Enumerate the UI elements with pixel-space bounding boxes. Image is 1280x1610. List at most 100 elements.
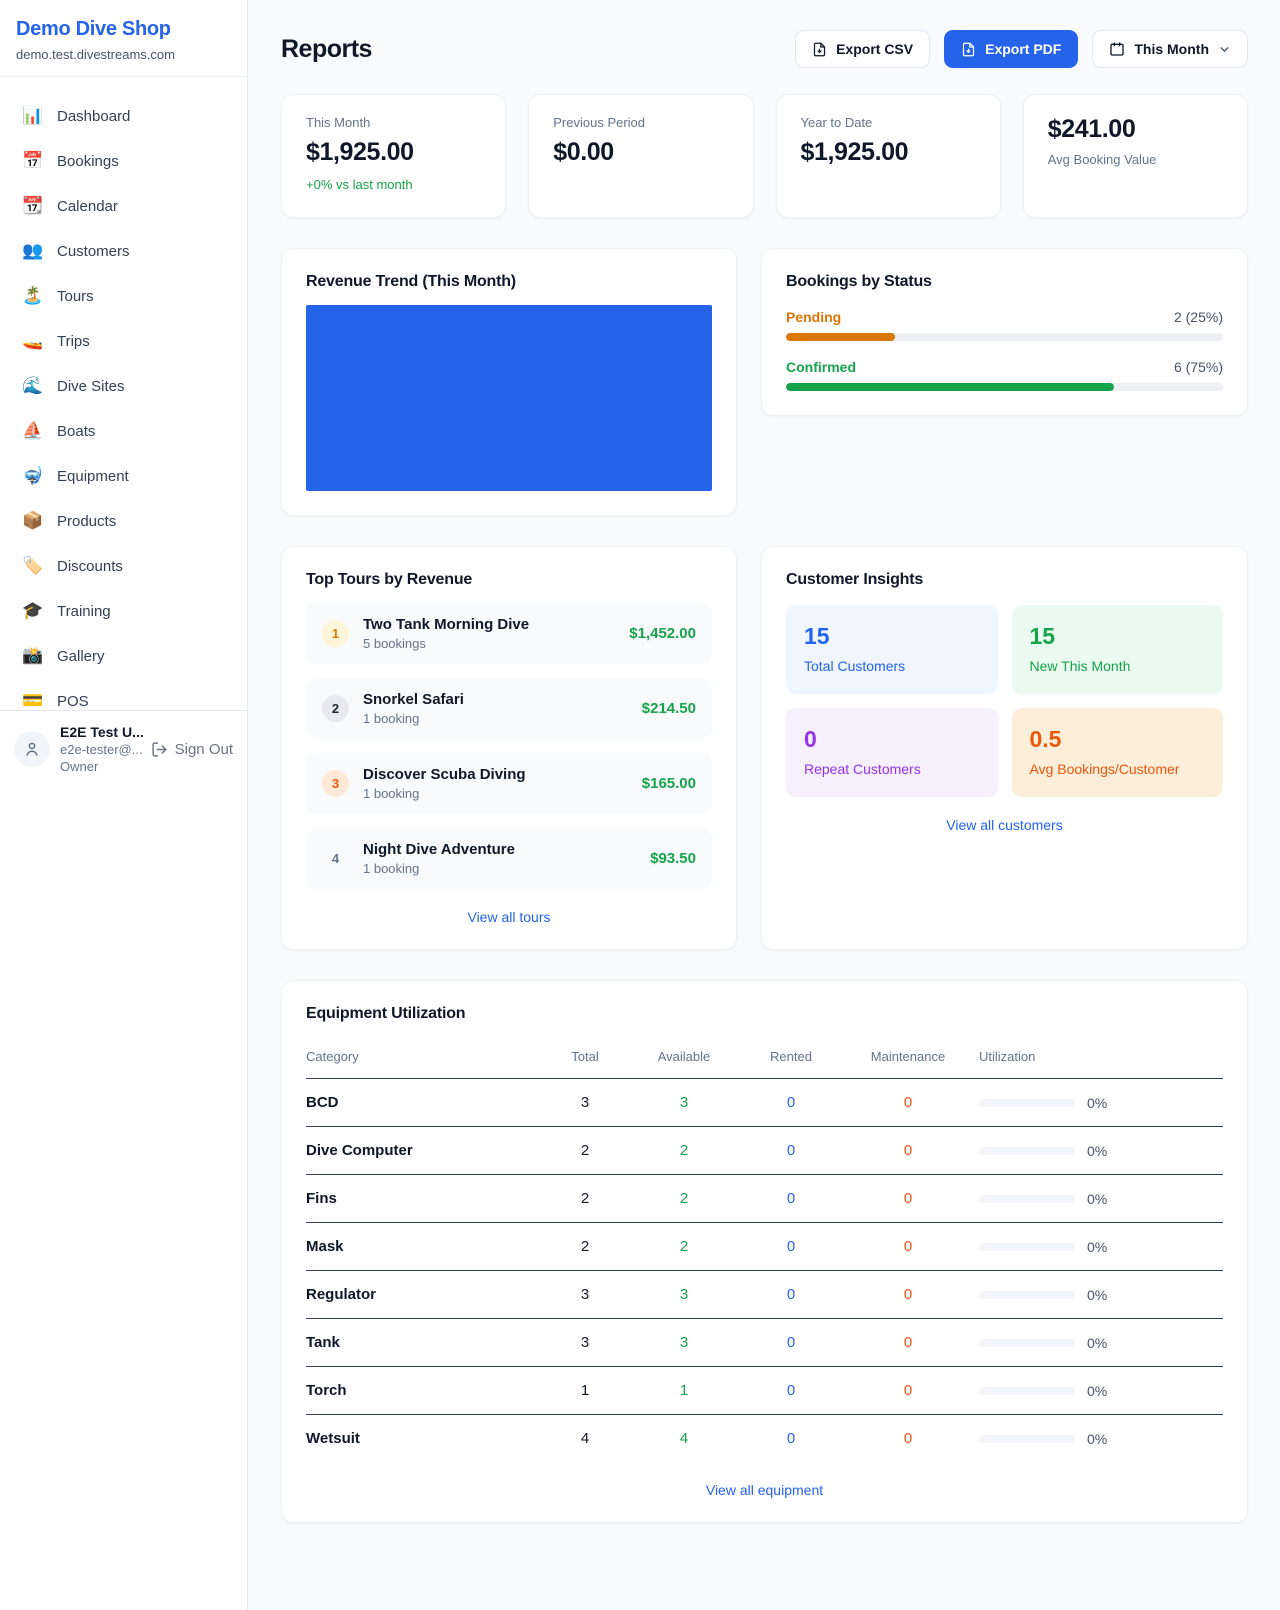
sidebar-user-section: E2E Test U... e2e-tester@... Owner Sign … [0, 710, 247, 787]
sidebar-item-customers[interactable]: 👥 Customers [12, 232, 235, 270]
category-cell: BCD [306, 1094, 541, 1111]
page-title: Reports [281, 35, 372, 64]
utilization-cell: 0% [973, 1143, 1223, 1159]
sidebar-item-calendar[interactable]: 📆 Calendar [12, 187, 235, 225]
stat-card-year-to-date: Year to Date $1,925.00 [776, 94, 1001, 218]
camera-icon: 📸 [22, 646, 44, 666]
rented-cell: 0 [739, 1142, 843, 1159]
table-row: Fins 2 2 0 0 0% [306, 1174, 1223, 1222]
export-csv-button[interactable]: Export CSV [795, 30, 930, 68]
tour-row[interactable]: 3 Discover Scuba Diving 1 booking $165.0… [306, 753, 712, 814]
tour-name: Two Tank Morning Dive [363, 616, 529, 633]
sidebar-item-dive-sites[interactable]: 🌊 Dive Sites [12, 367, 235, 405]
charts-row: Revenue Trend (This Month) Bookings by S… [281, 248, 1248, 516]
total-cell: 3 [541, 1094, 629, 1111]
tour-row[interactable]: 1 Two Tank Morning Dive 5 bookings $1,45… [306, 603, 712, 664]
stat-label: Avg Booking Value [1048, 152, 1223, 167]
sidebar-item-tours[interactable]: 🏝️ Tours [12, 277, 235, 315]
view-all-equipment-link[interactable]: View all equipment [306, 1482, 1223, 1498]
tour-info: Snorkel Safari 1 booking [363, 691, 464, 726]
sidebar-item-bookings[interactable]: 📅 Bookings [12, 142, 235, 180]
maintenance-cell: 0 [843, 1430, 973, 1447]
view-all-tours-link[interactable]: View all tours [306, 909, 712, 925]
utilization-bar [979, 1243, 1075, 1251]
sidebar-item-label: Training [57, 603, 111, 620]
table-row: BCD 3 3 0 0 0% [306, 1078, 1223, 1126]
package-icon: 📦 [22, 511, 44, 531]
category-cell: Fins [306, 1190, 541, 1207]
period-dropdown[interactable]: This Month [1092, 30, 1248, 68]
total-cell: 4 [541, 1430, 629, 1447]
sidebar-item-label: Dive Sites [57, 378, 125, 395]
category-cell: Tank [306, 1334, 541, 1351]
sidebar-item-trips[interactable]: 🚤 Trips [12, 322, 235, 360]
tour-row[interactable]: 2 Snorkel Safari 1 booking $214.50 [306, 678, 712, 739]
maintenance-cell: 0 [843, 1334, 973, 1351]
sidebar-item-boats[interactable]: ⛵ Boats [12, 412, 235, 450]
utilization-cell: 0% [973, 1335, 1223, 1351]
status-line: Confirmed 6 (75%) [786, 359, 1223, 375]
tour-name: Discover Scuba Diving [363, 766, 526, 783]
stat-card-previous-period: Previous Period $0.00 [528, 94, 753, 218]
utilization-cell: 0% [973, 1383, 1223, 1399]
stat-value: $1,925.00 [306, 138, 481, 167]
utilization-percent: 0% [1087, 1431, 1107, 1447]
total-cell: 3 [541, 1334, 629, 1351]
sign-out-button[interactable]: Sign Out [151, 741, 233, 758]
user-meta: E2E Test U... e2e-tester@... Owner [60, 724, 141, 774]
sidebar-item-discounts[interactable]: 🏷️ Discounts [12, 547, 235, 585]
sidebar-item-dashboard[interactable]: 📊 Dashboard [12, 97, 235, 135]
tour-row[interactable]: 4 Night Dive Adventure 1 booking $93.50 [306, 828, 712, 889]
user-email: e2e-tester@... [60, 742, 141, 757]
tour-bookings: 1 booking [363, 711, 464, 726]
available-cell: 3 [629, 1286, 739, 1303]
sidebar-item-training[interactable]: 🎓 Training [12, 592, 235, 630]
available-cell: 2 [629, 1190, 739, 1207]
revenue-trend-chart [306, 305, 712, 491]
column-header: Rented [739, 1049, 843, 1064]
sidebar-item-label: Dashboard [57, 108, 130, 125]
utilization-percent: 0% [1087, 1287, 1107, 1303]
table-row: Torch 1 1 0 0 0% [306, 1366, 1223, 1414]
sidebar-item-equipment[interactable]: 🤿 Equipment [12, 457, 235, 495]
bar-chart-icon: 📊 [22, 106, 44, 126]
revenue-trend-card: Revenue Trend (This Month) [281, 248, 737, 516]
maintenance-cell: 0 [843, 1094, 973, 1111]
total-cell: 1 [541, 1382, 629, 1399]
sidebar-item-label: Customers [57, 243, 130, 260]
category-cell: Dive Computer [306, 1142, 541, 1159]
user-name: E2E Test U... [60, 724, 141, 740]
calendar-icon [1109, 41, 1125, 57]
column-header: Category [306, 1049, 541, 1064]
tour-amount: $214.50 [642, 700, 696, 717]
export-csv-label: Export CSV [836, 41, 913, 57]
card-title: Top Tours by Revenue [306, 571, 712, 589]
progress-track [786, 333, 1223, 341]
status-count: 2 (25%) [1174, 309, 1223, 325]
avatar [14, 731, 50, 767]
sidebar-item-gallery[interactable]: 📸 Gallery [12, 637, 235, 675]
category-cell: Wetsuit [306, 1430, 541, 1447]
sidebar-item-products[interactable]: 📦 Products [12, 502, 235, 540]
view-all-customers-link[interactable]: View all customers [786, 817, 1223, 833]
chevron-down-icon [1218, 43, 1231, 56]
maintenance-cell: 0 [843, 1286, 973, 1303]
equipment-utilization-card: Equipment Utilization Category Total Ava… [281, 980, 1248, 1523]
tour-name: Night Dive Adventure [363, 841, 515, 858]
tile-value: 15 [1030, 623, 1206, 650]
table-row: Mask 2 2 0 0 0% [306, 1222, 1223, 1270]
utilization-percent: 0% [1087, 1383, 1107, 1399]
utilization-bar [979, 1291, 1075, 1299]
table-row: Regulator 3 3 0 0 0% [306, 1270, 1223, 1318]
export-pdf-button[interactable]: Export PDF [944, 30, 1078, 68]
tile-label: Repeat Customers [804, 761, 980, 777]
logout-icon [151, 741, 168, 758]
tour-info: Night Dive Adventure 1 booking [363, 841, 515, 876]
tile-avg-bookings-customer: 0.5 Avg Bookings/Customer [1012, 708, 1224, 797]
table-row: Wetsuit 4 4 0 0 0% [306, 1414, 1223, 1462]
table-row: Dive Computer 2 2 0 0 0% [306, 1126, 1223, 1174]
stat-value: $241.00 [1048, 115, 1223, 144]
stat-card-this-month: This Month $1,925.00 +0% vs last month [281, 94, 506, 218]
tile-label: New This Month [1030, 658, 1206, 674]
main-content: Reports Export CSV Export PDF This Month [248, 0, 1280, 1555]
